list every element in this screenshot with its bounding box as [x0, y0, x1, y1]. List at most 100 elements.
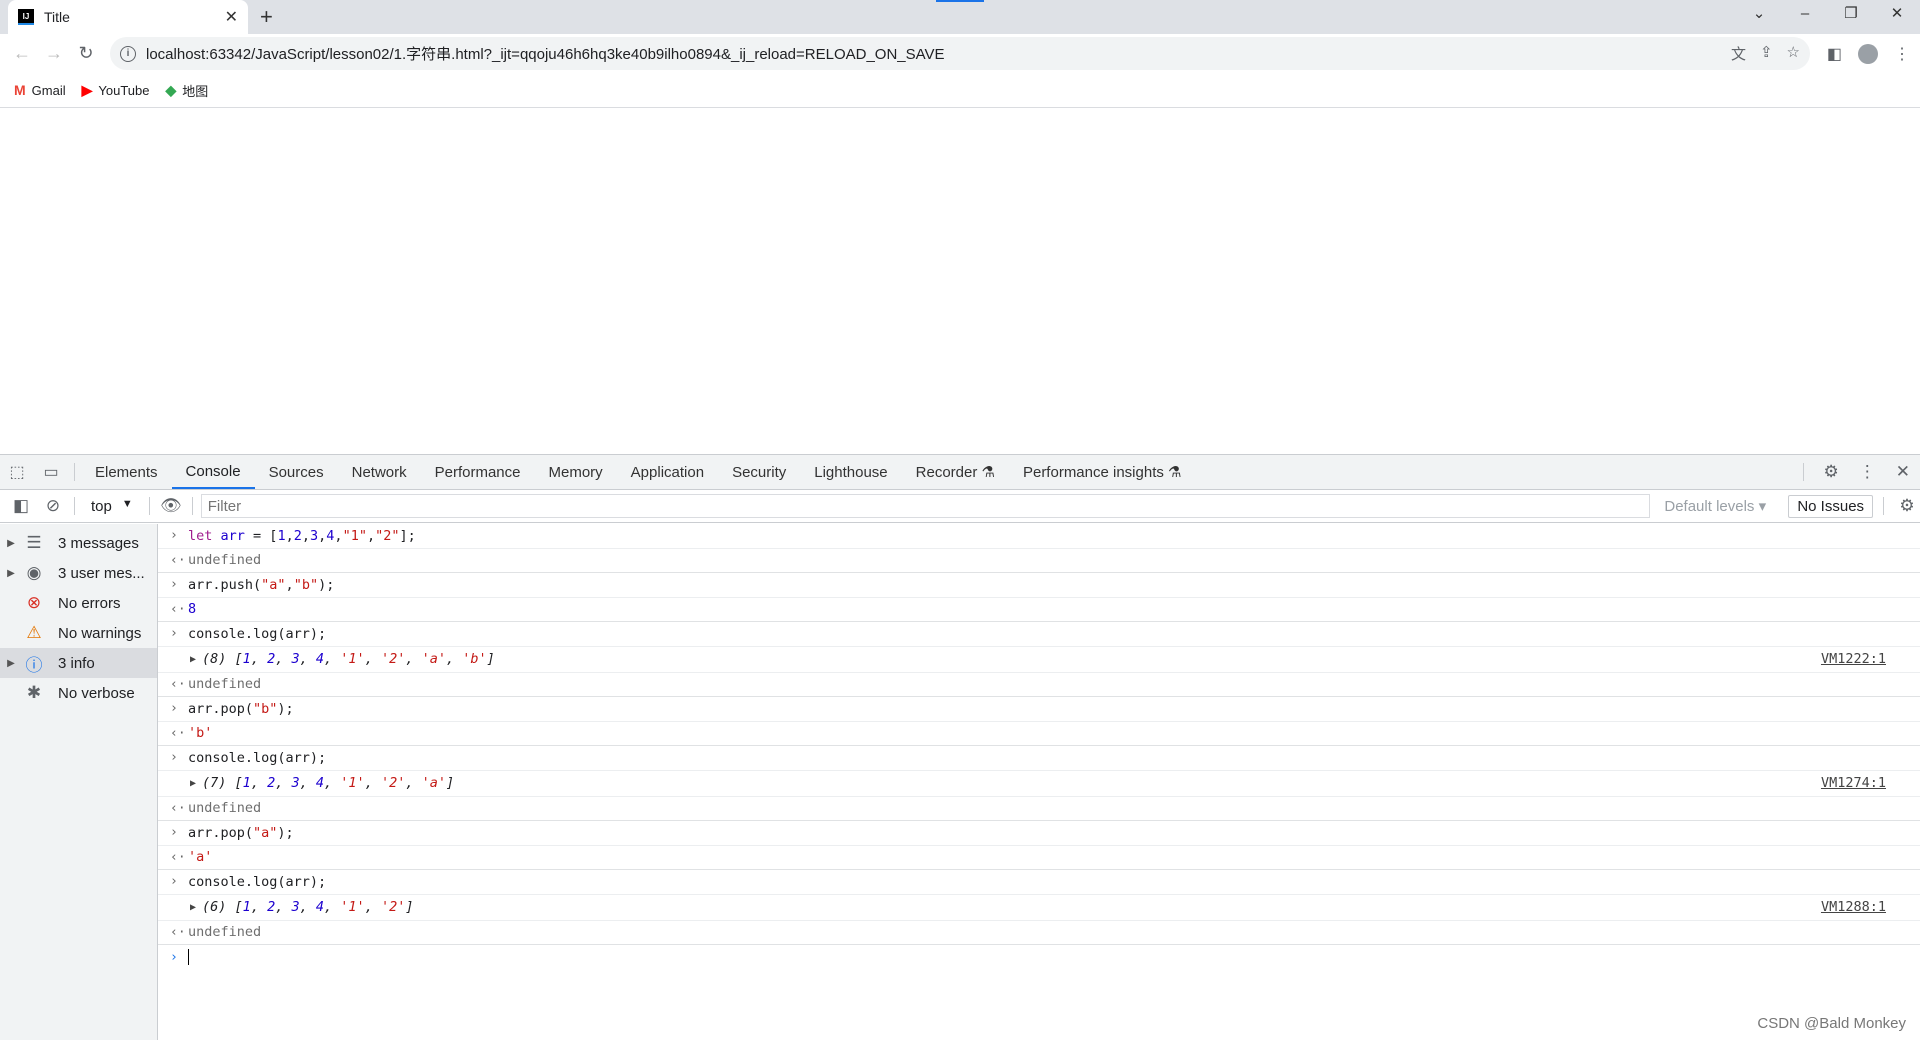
devtools-panel: ⬚ ▭ Elements Console Sources Network Perform… — [0, 454, 1920, 1040]
share-icon[interactable]: ⇪ — [1760, 43, 1773, 64]
clear-console-icon[interactable]: ⊘ — [40, 496, 66, 516]
tab-search-icon[interactable]: ⌄ — [1736, 0, 1782, 30]
source-link[interactable]: VM1274:1 — [1821, 775, 1886, 791]
tab-sources[interactable]: Sources — [255, 455, 338, 489]
menu-icon[interactable]: ⋮ — [1894, 44, 1910, 64]
console-input-row: › let arr = [1,2,3,4,"1","2"]; — [158, 524, 1920, 549]
url-text[interactable]: localhost:63342/JavaScript/lesson02/1.字符… — [146, 43, 945, 64]
expand-arrow-icon[interactable]: ▶ — [190, 654, 196, 665]
close-tab-icon[interactable]: ✕ — [225, 7, 238, 27]
close-devtools-icon[interactable]: ✕ — [1896, 462, 1910, 482]
settings-icon[interactable]: ⚙ — [1824, 462, 1839, 482]
expand-arrow-icon[interactable]: ▶ — [190, 902, 196, 913]
sidebar-item[interactable]: ⊗ No errors — [0, 588, 157, 618]
sidebar-item[interactable]: ▶ ◉ 3 user mes... — [0, 558, 157, 588]
prompt-icon: ‹· — [170, 849, 186, 865]
more-options-icon[interactable]: ⋮ — [1859, 462, 1876, 482]
source-link[interactable]: VM1222:1 — [1821, 651, 1886, 667]
site-info-icon[interactable]: i — [120, 45, 136, 62]
expand-arrow-icon[interactable]: ▶ — [0, 568, 22, 579]
sidebar-item[interactable]: ▶ ⓘ 3 info — [0, 648, 157, 678]
token: 'b' — [462, 651, 487, 667]
token: 'b' — [188, 725, 213, 742]
token: , — [275, 775, 292, 791]
token: let — [188, 527, 213, 544]
token: ); — [277, 824, 294, 841]
token: "2" — [375, 527, 400, 544]
sidebar-item[interactable]: ⚠ No warnings — [0, 618, 157, 648]
translate-icon[interactable]: 文 — [1731, 43, 1746, 64]
bookmarks-bar: M Gmail ▶ YouTube ◆ 地图 — [0, 73, 1920, 108]
bookmark-label: 地图 — [182, 83, 209, 99]
bookmark-icon: M — [14, 82, 26, 98]
token: 4 — [315, 651, 325, 667]
tab-application[interactable]: Application — [617, 455, 718, 489]
sidebar-toggle-icon[interactable]: ◧ — [8, 496, 34, 516]
prompt-icon: › — [170, 701, 178, 717]
sidebar-label: No warnings — [58, 624, 142, 642]
console-settings-icon[interactable]: ⚙ — [1894, 496, 1920, 516]
token: 1 — [277, 527, 286, 544]
token: , — [275, 651, 292, 667]
console-prompt[interactable]: › — [158, 945, 1920, 970]
token: 1 — [242, 775, 251, 791]
tab-elements[interactable]: Elements — [81, 455, 172, 489]
console-input-row: › console.log(arr); — [158, 746, 1920, 771]
expand-arrow-icon[interactable]: ▶ — [190, 778, 196, 789]
token: , — [364, 899, 381, 915]
sidebar-item[interactable]: ▶ ☰ 3 messages — [0, 528, 157, 558]
token: 'a' — [421, 651, 446, 667]
issues-button[interactable]: No Issues — [1788, 494, 1874, 518]
tab-network[interactable]: Network — [338, 455, 421, 489]
console-toolbar: ◧ ⊘ top▼ 👁 Default levels ▾ No Issues ⚙ — [0, 490, 1920, 523]
expand-arrow-icon[interactable]: ▶ — [0, 538, 22, 549]
restore-icon[interactable]: ❐ — [1828, 0, 1874, 30]
source-link[interactable]: VM1288:1 — [1821, 899, 1886, 915]
token: , — [366, 527, 376, 544]
close-window-icon[interactable]: ✕ — [1874, 0, 1920, 30]
token: = [ — [244, 527, 278, 544]
token: '1' — [340, 651, 365, 667]
bookmark-1[interactable]: ▶ YouTube — [82, 82, 150, 99]
browser-tab[interactable]: IJ Title ✕ — [8, 0, 248, 34]
console-text: (7) [1, 2, 3, 4, '1', '2', 'a'] — [202, 775, 454, 791]
reload-icon[interactable]: ↻ — [70, 43, 102, 64]
token: 3 — [291, 651, 300, 667]
tab-performance[interactable]: Performance — [421, 455, 535, 489]
tab-security[interactable]: Security — [718, 455, 800, 489]
context-selector[interactable]: top ▼ — [83, 498, 141, 515]
profile-avatar[interactable] — [1858, 43, 1878, 64]
accent-line — [936, 0, 984, 2]
omnibox[interactable]: i localhost:63342/JavaScript/lesson02/1.… — [110, 37, 1810, 70]
side-panel-icon[interactable]: ◧ — [1827, 44, 1842, 64]
bookmark-2[interactable]: ◆ 地图 — [166, 81, 209, 100]
sidebar-item[interactable]: ✱ No verbose — [0, 678, 157, 708]
star-icon[interactable]: ☆ — [1787, 43, 1800, 64]
device-toolbar-icon[interactable]: ▭ — [34, 455, 68, 489]
token: '2' — [380, 899, 406, 915]
console-text: undefined — [188, 800, 261, 816]
token: , — [446, 651, 463, 667]
inspect-element-icon[interactable]: ⬚ — [0, 455, 34, 489]
log-levels-dropdown[interactable]: Default levels ▾ — [1664, 497, 1782, 515]
tab-recorder[interactable]: Recorder ⚗ — [902, 455, 1009, 489]
forward-icon[interactable]: → — [38, 43, 70, 64]
back-icon[interactable]: ← — [6, 43, 38, 64]
expand-arrow-icon[interactable]: ▶ — [0, 658, 22, 669]
tab-lighthouse[interactable]: Lighthouse — [800, 455, 901, 489]
filter-input[interactable] — [200, 494, 1651, 518]
token: , — [250, 899, 268, 915]
live-expression-eye-icon[interactable]: 👁 — [158, 496, 184, 516]
minimize-icon[interactable]: – — [1782, 0, 1828, 30]
tab-console[interactable]: Console — [171, 455, 255, 489]
bookmark-label: Gmail — [31, 82, 66, 98]
sidebar-icon: ◉ — [26, 563, 42, 582]
new-tab-button[interactable]: + — [260, 4, 273, 30]
bookmark-0[interactable]: M Gmail — [14, 82, 66, 98]
tab-memory[interactable]: Memory — [535, 455, 617, 489]
console-output[interactable]: › let arr = [1,2,3,4,"1","2"]; ‹· undefined… — [158, 524, 1920, 1040]
tab-performance-insights[interactable]: Performance insights ⚗ — [1009, 455, 1196, 489]
token: , — [285, 576, 294, 593]
token: , — [405, 775, 422, 791]
